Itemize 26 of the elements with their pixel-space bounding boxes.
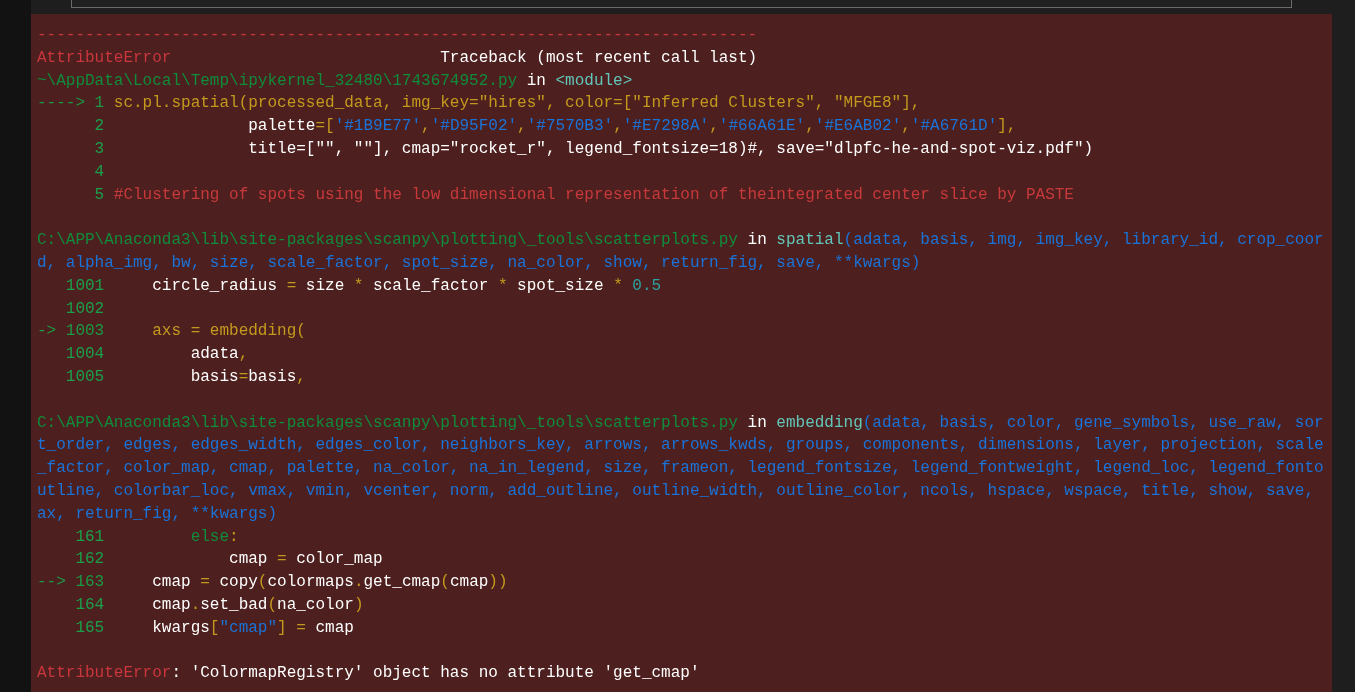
traceback-line: 1002 [64, 298, 105, 320]
traceback-line: AttributeError Traceback (most recent call last) [37, 47, 758, 69]
traceback-line: 1001 circle_radius = size * scale_factor * spot_size * 0.5 [64, 275, 662, 297]
traceback-line: 4 [93, 161, 105, 183]
traceback-line: --> 163 cmap = copy(colormaps.get_cmap(cmap)) [37, 572, 508, 594]
traceback-line: AttributeError: 'ColormapRegistry' object has no attribute 'get_cmap' [37, 663, 700, 685]
traceback-line: C:\APP\Anaconda3\lib\site-packages\scanpy\plotting\_tools\scatterplots.py in embedding(adata, basis, color, gene_symbols, use_raw, sor [37, 412, 1324, 434]
traceback-line: 2 palette=['#1B9E77','#D95F02','#7570B3','#E7298A','#66A61E','#E6AB02','#A6761D'], [93, 116, 1017, 138]
traceback-line: 165 kwargs["cmap"] = cmap [74, 617, 354, 639]
traceback-line: t_order, edges, edges_width, edges_color, neighbors_key, arrows, arrows_kwds, groups, components, dimensions, layer, projection, scale [37, 435, 1324, 457]
traceback-line: ~\AppData\Local\Temp\ipykernel_32480\1743674952.py in <module> [37, 70, 633, 92]
traceback-line: 1005 basis=basis, [64, 366, 306, 388]
traceback-line: 164 cmap.set_bad(na_color) [74, 594, 364, 616]
traceback-line: -> 1003 axs = embedding( [37, 321, 306, 343]
traceback-line: 3 title=["", ""], cmap="rocket_r", legend_fontsize=18)#, save="dlpfc-he-and-spot-viz.pdf") [93, 139, 1094, 160]
traceback-line: ax, return_fig, **kwargs) [37, 503, 278, 525]
traceback-line: 162 cmap = color_map [74, 549, 383, 571]
traceback-line: C:\APP\Anaconda3\lib\site-packages\scanpy\plotting\_tools\scatterplots.py in spatial(adata, basis, img, img_key, library_id, crop_coor [37, 230, 1324, 252]
traceback-line: utline, colorbar_loc, vmax, vmin, vcenter, norm, add_outline, outline_width, outline_color, ncols, hspace, wspace, title, show, save, [37, 480, 1314, 502]
traceback-line: 1004 adata, [64, 344, 249, 366]
traceback-line: ----> 1 sc.pl.spatial(processed_data, img_key="hires", color=["Inferred Clusters", "MFGE8"], [37, 93, 921, 115]
traceback-line: --------------------------------------------------------------------------- [37, 25, 758, 46]
traceback-line: _factor, color_map, cmap, palette, na_color, na_in_legend, size, frameon, legend_fontsize, legend_fontweight, legend_loc, legend_fonto [37, 458, 1324, 480]
traceback-line: d, alpha_img, bw, size, scale_factor, spot_size, na_color, show, return_fig, save, **kwargs) [37, 252, 921, 274]
traceback-line: 161 else: [74, 526, 239, 548]
traceback-line: 5 #Clustering of spots using the low dimensional representation of theintegrated center slice by PASTE [93, 184, 1074, 206]
